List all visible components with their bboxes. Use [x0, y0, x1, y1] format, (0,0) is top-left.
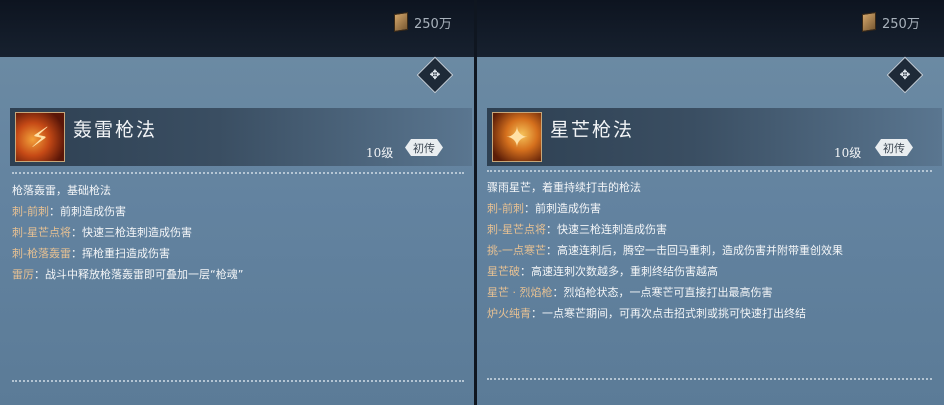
- desc-line: 炉火纯青：一点寒芒期间，可再次点击招式刺或挑可快速打出终结: [487, 307, 806, 320]
- desc-line: 刺-前刺：前刺造成伤害: [487, 202, 601, 215]
- desc-line: 星芒 · 烈焰枪：烈焰枪状态，一点寒芒可直接打出最高伤害: [487, 286, 773, 299]
- skill-panel-right: 250万 ✦ 星芒枪法 10级 初传 骤雨星芒，着重持续打击的枪法 刺-前刺：前…: [477, 0, 944, 405]
- desc-line: 刺-枪落轰雷：挥枪重扫造成伤害: [12, 247, 170, 260]
- currency-display: 250万: [394, 12, 452, 32]
- currency-display: 250万: [862, 12, 920, 32]
- skill-description: 枪落轰雷，基础枪法 刺-前刺：前刺造成伤害 刺-星芒点将：快速三枪连刺造成伤害 …: [12, 180, 464, 285]
- skill-name: 轰雷枪法: [73, 119, 158, 141]
- skill-header: ✦ 星芒枪法 10级 初传: [487, 108, 942, 166]
- divider-top: [487, 170, 932, 172]
- desc-line: 刺-星芒点将：快速三枪连刺造成伤害: [487, 223, 667, 236]
- coin-scroll-icon: [862, 12, 876, 32]
- skill-header: ⚡ 轰雷枪法 10级 初传: [10, 108, 472, 166]
- desc-line: 挑-一点寒芒：高速连刺后，腾空一击回马重刺，造成伤害并附带重创效果: [487, 244, 843, 257]
- coin-scroll-icon: [394, 12, 408, 32]
- skill-name: 星芒枪法: [550, 119, 635, 141]
- divider-bottom: [12, 380, 464, 382]
- star-spear-icon: ✦: [492, 112, 542, 162]
- desc-line: 枪落轰雷，基础枪法: [12, 184, 111, 197]
- desc-line: 雷厉：战斗中释放枪落轰雷即可叠加一层“枪魂”: [12, 268, 244, 281]
- currency-amount: 250万: [882, 16, 920, 32]
- desc-line: 刺-星芒点将：快速三枪连刺造成伤害: [12, 226, 192, 239]
- top-bar: 250万: [0, 0, 474, 57]
- desc-line: 星芒破：高速连刺次数越多，重刺终结伤害越高: [487, 265, 718, 278]
- skill-description: 骤雨星芒，着重持续打击的枪法 刺-前刺：前刺造成伤害 刺-星芒点将：快速三枪连刺…: [487, 177, 934, 324]
- rank-badge: 初传: [875, 139, 913, 156]
- desc-line: 骤雨星芒，着重持续打击的枪法: [487, 181, 641, 194]
- skill-level: 10级: [834, 146, 862, 160]
- currency-amount: 250万: [414, 16, 452, 32]
- lightning-spear-icon: ⚡: [15, 112, 65, 162]
- desc-line: 刺-前刺：前刺造成伤害: [12, 205, 126, 218]
- skill-panel-left: 250万 ⚡ 轰雷枪法 10级 初传 枪落轰雷，基础枪法 刺-前刺：前刺造成伤害…: [0, 0, 474, 405]
- skill-level: 10级: [366, 146, 394, 160]
- divider-bottom: [487, 378, 932, 380]
- top-bar: 250万: [477, 0, 944, 57]
- rank-badge: 初传: [405, 139, 443, 156]
- divider-top: [12, 172, 464, 174]
